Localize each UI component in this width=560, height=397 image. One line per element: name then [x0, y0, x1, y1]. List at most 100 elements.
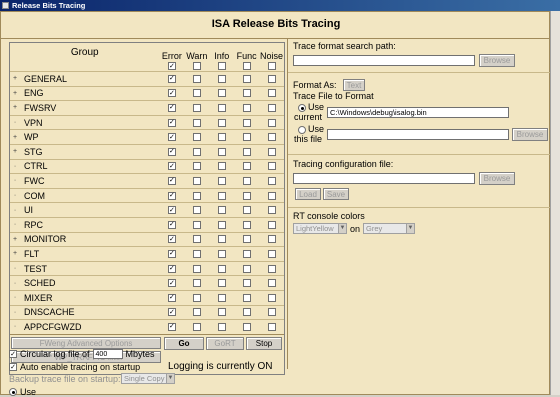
info-checkbox[interactable]	[217, 133, 226, 142]
use-this-file-radio[interactable]	[298, 126, 306, 134]
select-all-error-checkbox[interactable]: ✓	[167, 62, 176, 70]
load-config-button[interactable]: Load	[295, 188, 321, 200]
func-checkbox[interactable]	[242, 322, 251, 331]
warn-checkbox[interactable]	[192, 220, 201, 229]
noise-checkbox[interactable]	[267, 322, 276, 331]
warn-checkbox[interactable]	[192, 264, 201, 273]
error-checkbox[interactable]: ✓	[167, 191, 176, 200]
info-checkbox[interactable]	[217, 235, 226, 244]
noise-checkbox[interactable]	[267, 103, 276, 112]
info-checkbox[interactable]	[217, 103, 226, 112]
info-checkbox[interactable]	[217, 191, 226, 200]
warn-checkbox[interactable]	[192, 322, 201, 331]
expand-icon[interactable]: ·	[10, 221, 20, 228]
rt-background-select[interactable]: Grey ▼	[363, 223, 415, 234]
noise-checkbox[interactable]	[267, 133, 276, 142]
info-checkbox[interactable]	[217, 249, 226, 258]
noise-checkbox[interactable]	[267, 235, 276, 244]
search-path-input[interactable]	[293, 55, 475, 66]
text-format-button[interactable]: Text	[343, 79, 365, 91]
backup-select[interactable]: Single Copy ▼	[121, 373, 175, 384]
warn-checkbox[interactable]	[192, 74, 201, 83]
info-checkbox[interactable]	[217, 264, 226, 273]
noise-checkbox[interactable]	[267, 74, 276, 83]
save-config-button[interactable]: Save	[323, 188, 349, 200]
use-current-radio[interactable]	[298, 104, 306, 112]
circular-log-size-input[interactable]: 400	[92, 349, 123, 359]
select-all-func-checkbox[interactable]	[242, 62, 251, 70]
error-checkbox[interactable]: ✓	[167, 322, 176, 331]
warn-checkbox[interactable]	[192, 176, 201, 185]
expand-icon[interactable]: ·	[10, 207, 20, 214]
expand-icon[interactable]: +	[10, 90, 20, 97]
func-checkbox[interactable]	[242, 176, 251, 185]
expand-icon[interactable]: +	[10, 104, 20, 111]
warn-checkbox[interactable]	[192, 206, 201, 215]
error-checkbox[interactable]: ✓	[167, 264, 176, 273]
func-checkbox[interactable]	[242, 74, 251, 83]
error-checkbox[interactable]: ✓	[167, 118, 176, 127]
expand-icon[interactable]: ·	[10, 323, 20, 330]
func-checkbox[interactable]	[242, 133, 251, 142]
func-checkbox[interactable]	[242, 293, 251, 302]
go-button[interactable]: Go	[164, 336, 204, 350]
expand-icon[interactable]: ·	[10, 177, 20, 184]
func-checkbox[interactable]	[242, 235, 251, 244]
noise-checkbox[interactable]	[267, 89, 276, 98]
warn-checkbox[interactable]	[192, 118, 201, 127]
warn-checkbox[interactable]	[192, 279, 201, 288]
error-checkbox[interactable]: ✓	[167, 162, 176, 171]
expand-icon[interactable]: ·	[10, 309, 20, 316]
error-checkbox[interactable]: ✓	[167, 206, 176, 215]
error-checkbox[interactable]: ✓	[167, 176, 176, 185]
noise-checkbox[interactable]	[267, 147, 276, 156]
select-all-noise-checkbox[interactable]	[267, 62, 276, 70]
info-checkbox[interactable]	[217, 147, 226, 156]
error-checkbox[interactable]: ✓	[167, 308, 176, 317]
func-checkbox[interactable]	[242, 103, 251, 112]
circular-log-checkbox[interactable]: ✓	[9, 350, 17, 358]
func-checkbox[interactable]	[242, 191, 251, 200]
stop-button[interactable]: Stop	[246, 336, 282, 350]
auto-enable-checkbox[interactable]: ✓	[9, 363, 17, 371]
func-checkbox[interactable]	[242, 118, 251, 127]
error-checkbox[interactable]: ✓	[167, 103, 176, 112]
noise-checkbox[interactable]	[267, 220, 276, 229]
error-checkbox[interactable]: ✓	[167, 89, 176, 98]
expand-icon[interactable]: ·	[10, 294, 20, 301]
info-checkbox[interactable]	[217, 118, 226, 127]
expand-icon[interactable]: +	[10, 148, 20, 155]
noise-checkbox[interactable]	[267, 118, 276, 127]
select-all-warn-checkbox[interactable]	[192, 62, 201, 70]
warn-checkbox[interactable]	[192, 191, 201, 200]
gort-button[interactable]: GoRT	[206, 336, 244, 350]
func-checkbox[interactable]	[242, 220, 251, 229]
warn-checkbox[interactable]	[192, 89, 201, 98]
info-checkbox[interactable]	[217, 279, 226, 288]
vertical-scrollbar[interactable]	[550, 11, 560, 395]
expand-icon[interactable]: ·	[10, 265, 20, 272]
expand-icon[interactable]: ·	[10, 119, 20, 126]
error-checkbox[interactable]: ✓	[167, 293, 176, 302]
error-checkbox[interactable]: ✓	[167, 249, 176, 258]
noise-checkbox[interactable]	[267, 293, 276, 302]
expand-icon[interactable]: +	[10, 75, 20, 82]
func-checkbox[interactable]	[242, 206, 251, 215]
info-checkbox[interactable]	[217, 176, 226, 185]
error-checkbox[interactable]: ✓	[167, 279, 176, 288]
noise-checkbox[interactable]	[267, 279, 276, 288]
current-file-input[interactable]: C:\Windows\debug\isalog.bin	[327, 107, 509, 118]
info-checkbox[interactable]	[217, 162, 226, 171]
expand-icon[interactable]: ·	[10, 163, 20, 170]
this-file-input[interactable]	[327, 129, 509, 140]
noise-checkbox[interactable]	[267, 191, 276, 200]
noise-checkbox[interactable]	[267, 176, 276, 185]
info-checkbox[interactable]	[217, 220, 226, 229]
expand-icon[interactable]: ·	[10, 192, 20, 199]
warn-checkbox[interactable]	[192, 103, 201, 112]
error-checkbox[interactable]: ✓	[167, 133, 176, 142]
warn-checkbox[interactable]	[192, 162, 201, 171]
select-all-info-checkbox[interactable]	[217, 62, 226, 70]
warn-checkbox[interactable]	[192, 235, 201, 244]
func-checkbox[interactable]	[242, 147, 251, 156]
